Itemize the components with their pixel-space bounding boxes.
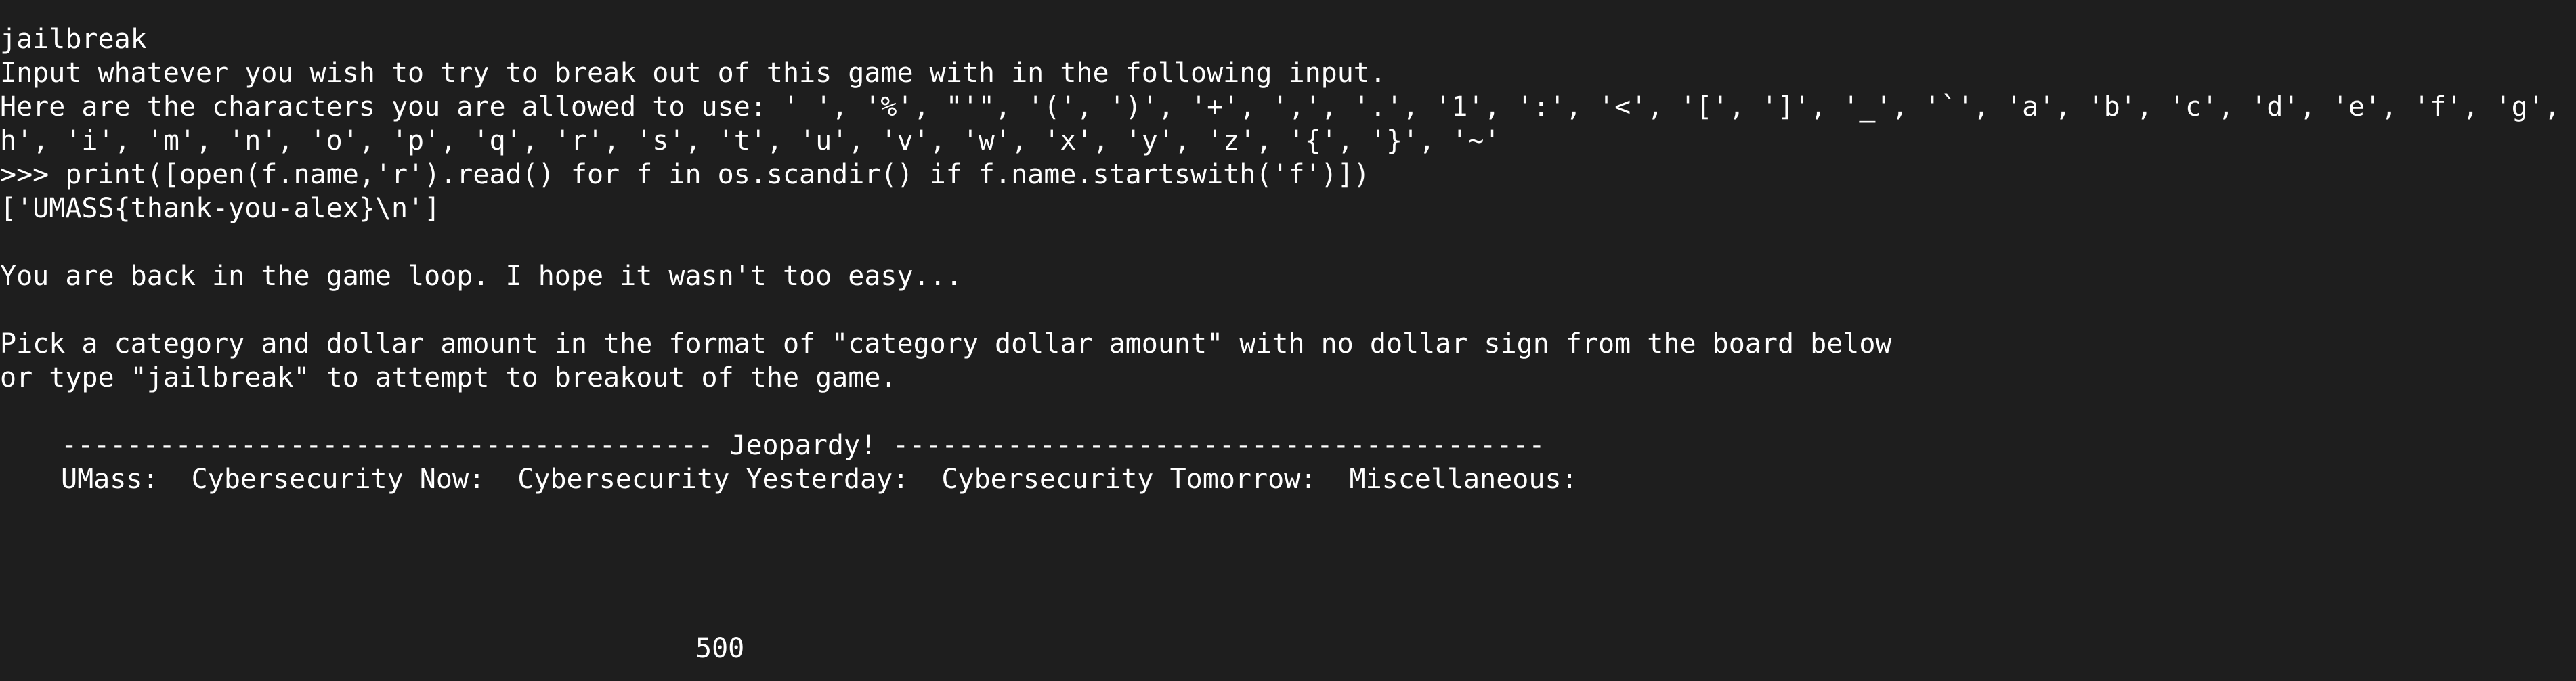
allowed-characters-line-1: Here are the characters you are allowed … [0, 91, 2576, 123]
instructions-line-2: or type "jailbreak" to attempt to breako… [0, 362, 897, 393]
jailbreak-prompt: Input whatever you wish to try to break … [0, 58, 1386, 89]
terminal-window[interactable]: jailbreak Input whatever you wish to try… [0, 0, 2576, 681]
instructions-line-1: Pick a category and dollar amount in the… [0, 328, 1892, 359]
game-loop-message: You are back in the game loop. I hope it… [0, 261, 962, 292]
python-output: ['UMASS{thank-you-alex}\n'] [0, 193, 441, 224]
board-header: ----------------------------------------… [61, 430, 1545, 461]
python-command: >>> print([open(f.name,'r').read() for f… [0, 159, 1370, 190]
allowed-characters-line-2: h', 'i', 'm', 'n', 'o', 'p', 'q', 'r', '… [0, 125, 1501, 156]
command-echo: jailbreak [0, 24, 147, 55]
board-dollar-value: 500 [695, 633, 745, 664]
board-categories: UMass: Cybersecurity Now: Cybersecurity … [61, 464, 1578, 495]
